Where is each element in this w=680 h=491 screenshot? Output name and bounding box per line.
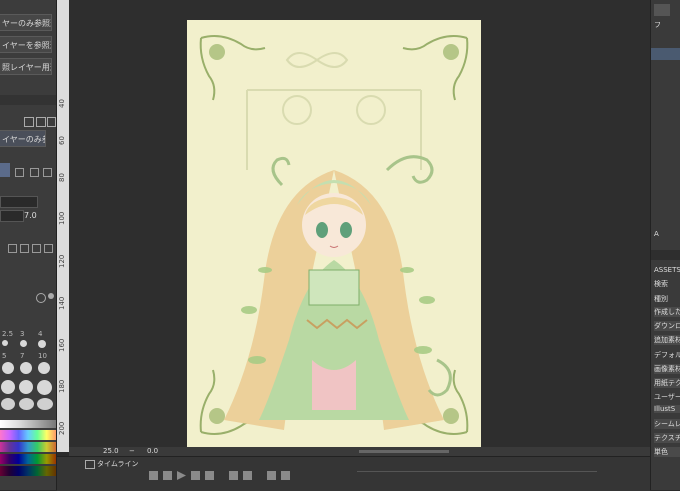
category-label: 種別 bbox=[654, 295, 668, 303]
color-palette[interactable] bbox=[0, 420, 56, 490]
delete-frame-icon[interactable] bbox=[281, 471, 290, 480]
slider-track[interactable] bbox=[0, 196, 38, 208]
settings-icon[interactable] bbox=[36, 293, 46, 303]
brush-size-dot[interactable] bbox=[1, 380, 15, 394]
ruler-label: 120 bbox=[58, 254, 66, 268]
category-item[interactable]: テクスチ bbox=[654, 433, 680, 443]
brush-size-dot[interactable] bbox=[2, 340, 8, 346]
add-frame-icon[interactable] bbox=[267, 471, 276, 480]
category-label: ユーザー bbox=[654, 393, 680, 401]
artwork-canvas[interactable] bbox=[187, 20, 481, 450]
tool-option-icon-2[interactable] bbox=[30, 168, 39, 177]
loop-icon[interactable] bbox=[229, 471, 238, 480]
ref-layer-use-select-button[interactable]: 照レイヤー用選択 bbox=[0, 58, 52, 75]
first-frame-icon[interactable] bbox=[149, 471, 158, 480]
assets-tab[interactable]: ASSETS bbox=[654, 266, 680, 274]
prev-frame-icon[interactable] bbox=[163, 471, 172, 480]
layer-ref-tab[interactable]: イヤーのみ参照選択 bbox=[0, 130, 46, 147]
zoom-minus-icon[interactable]: − bbox=[129, 447, 135, 455]
brush-size-dot[interactable] bbox=[1, 398, 15, 410]
layer-ref-select-button[interactable]: イヤーを参照選択 bbox=[0, 36, 52, 53]
layer-item[interactable]: フ bbox=[654, 20, 680, 30]
ruler-label: 160 bbox=[58, 338, 66, 352]
brush-size-dot[interactable] bbox=[37, 398, 53, 410]
timeline-icon bbox=[85, 460, 95, 469]
brush-size-dot[interactable] bbox=[20, 362, 32, 374]
ref-layer-select-button[interactable]: ヤーのみ参照選択 bbox=[0, 14, 52, 31]
ruler-label: 100 bbox=[58, 211, 66, 225]
category-item[interactable]: シームレ bbox=[654, 419, 680, 429]
brush-size-label: 10 bbox=[38, 352, 47, 360]
category-item[interactable]: 作成した bbox=[654, 307, 680, 317]
angle-value[interactable]: 0.0 bbox=[147, 447, 158, 455]
status-bar: 25.0 − 0.0 bbox=[69, 447, 650, 456]
trash-icon[interactable] bbox=[47, 117, 56, 127]
tool-option-icon-1[interactable] bbox=[15, 168, 24, 177]
brush-size-dot[interactable] bbox=[37, 380, 52, 395]
category-item[interactable]: 単色 bbox=[654, 447, 680, 457]
brush-size-dot[interactable] bbox=[19, 398, 34, 410]
timeline-label: タイムライン bbox=[97, 460, 139, 468]
ruler-label: 40 bbox=[58, 99, 66, 108]
toggle-row[interactable] bbox=[0, 242, 56, 256]
copy-icon[interactable] bbox=[36, 117, 46, 127]
timeline-track[interactable] bbox=[357, 471, 597, 472]
next-frame-icon[interactable] bbox=[191, 471, 200, 480]
category-item[interactable]: ダウンロ bbox=[654, 321, 680, 331]
value-slider[interactable] bbox=[0, 210, 24, 222]
horizontal-scrollbar[interactable] bbox=[359, 450, 449, 453]
brush-size-dot[interactable] bbox=[20, 340, 27, 347]
ruler-label: 200 bbox=[58, 421, 66, 435]
brush-size-dot[interactable] bbox=[2, 362, 14, 374]
search-field[interactable]: 検索 bbox=[654, 279, 680, 289]
brush-size-label: 2.5 bbox=[2, 330, 14, 338]
brush-size-dot[interactable] bbox=[19, 380, 33, 394]
brush-size-label: 4 bbox=[38, 330, 43, 338]
ruler-label: 180 bbox=[58, 379, 66, 393]
timeline-panel: タイムライン bbox=[57, 456, 650, 491]
ruler-label: 60 bbox=[58, 136, 66, 145]
tool-selected-indicator bbox=[0, 163, 10, 177]
right-tab-icon[interactable] bbox=[654, 4, 670, 16]
add-icon[interactable] bbox=[24, 117, 34, 127]
menu-icon[interactable] bbox=[48, 293, 54, 299]
zoom-value[interactable]: 25.0 bbox=[103, 447, 119, 455]
category-item[interactable]: 追加素材 bbox=[654, 335, 680, 345]
brush-size-label: 3 bbox=[20, 330, 25, 338]
brush-size-dot[interactable] bbox=[38, 340, 46, 348]
panel-divider bbox=[651, 250, 680, 260]
category-label: デフォルト bbox=[654, 351, 680, 359]
tool-option-icon-3[interactable] bbox=[43, 168, 52, 177]
play-icon[interactable] bbox=[177, 471, 186, 480]
ruler-label: 140 bbox=[58, 296, 66, 310]
artwork-illustration bbox=[187, 20, 481, 450]
category-item[interactable]: IllustS bbox=[654, 405, 680, 413]
category-item[interactable]: 画像素材 bbox=[654, 364, 680, 374]
brush-size-label: 7 bbox=[20, 352, 25, 360]
category-item[interactable]: 用紙テク bbox=[654, 378, 680, 388]
value-field[interactable]: 7.0 bbox=[24, 211, 37, 220]
panel-divider bbox=[0, 95, 56, 105]
last-frame-icon[interactable] bbox=[205, 471, 214, 480]
left-tool-panel: ヤーのみ参照選択 イヤーを参照選択 照レイヤー用選択 イヤーのみ参照選択 7.0… bbox=[0, 0, 57, 490]
selected-layer-row[interactable] bbox=[651, 48, 680, 60]
onion-skin-icon[interactable] bbox=[243, 471, 252, 480]
brush-size-dot[interactable] bbox=[38, 362, 50, 374]
right-panel: フ A ASSETS 検索 種別 作成した ダウンロ 追加素材 デフォルト 画像… bbox=[650, 0, 680, 490]
brush-size-label: 5 bbox=[2, 352, 7, 360]
layer-item[interactable]: A bbox=[654, 230, 680, 238]
ruler-label: 80 bbox=[58, 173, 66, 182]
